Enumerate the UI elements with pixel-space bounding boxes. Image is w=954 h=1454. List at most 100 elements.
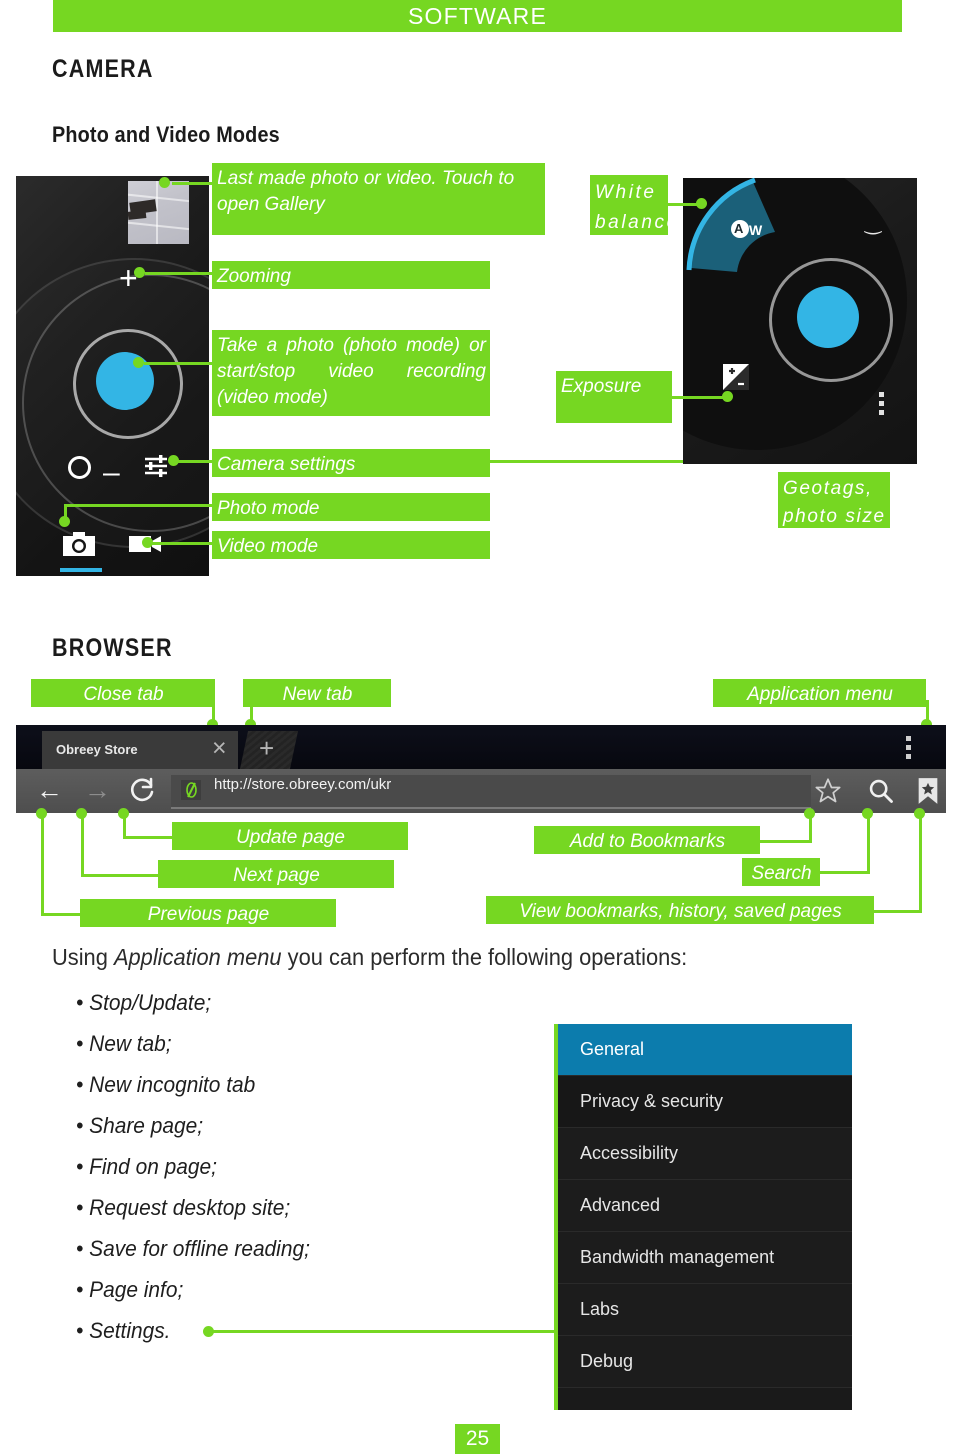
settings-item-privacy-security[interactable]: Privacy & security: [558, 1076, 852, 1128]
leader-line-update-page-h: [123, 836, 175, 839]
list-item-label: Request desktop site;: [89, 1195, 291, 1220]
callout-white-balance: White balance: [590, 175, 677, 235]
zoom-in-icon[interactable]: +: [119, 262, 138, 294]
leader-dot-search: [862, 808, 873, 819]
browser-tab-strip: Obreey Store × +: [16, 725, 946, 769]
leader-dot-exposure: [722, 391, 733, 402]
callout-geotags: Geotags, photo size: [778, 472, 890, 528]
list-item-label: New incognito tab: [89, 1072, 256, 1097]
leader-line-exposure: [672, 396, 724, 399]
callout-new-tab: New tab: [243, 679, 391, 707]
leader-dot-next-page: [76, 808, 87, 819]
callout-video-mode: Video mode: [212, 531, 490, 559]
bookmark-icon[interactable]: [915, 777, 941, 805]
close-tab-icon[interactable]: ×: [212, 736, 227, 761]
list-item: • Page info;: [76, 1277, 184, 1302]
settings-item-label: Labs: [580, 1299, 620, 1319]
exposure-icon[interactable]: [723, 364, 749, 390]
camera-screenshot-left: + –: [16, 176, 209, 576]
settings-item-debug[interactable]: Debug: [558, 1336, 852, 1388]
camera-settings-icon[interactable]: [143, 454, 169, 478]
application-menu-icon[interactable]: [906, 736, 911, 759]
leader-line-search-h: [818, 871, 870, 874]
list-item: • Request desktop site;: [76, 1195, 291, 1220]
settings-item-labs[interactable]: Labs: [558, 1284, 852, 1336]
settings-item-general[interactable]: General: [558, 1024, 852, 1076]
settings-item-label: Privacy & security: [580, 1091, 724, 1111]
intro-before: Using: [52, 944, 114, 970]
leader-line-camera-settings-right: [490, 460, 695, 463]
leader-dot-last-photo: [159, 177, 170, 188]
callout-update-page: Update page: [172, 822, 408, 850]
leader-dot-view-bookmarks: [914, 808, 925, 819]
leader-line-view-bookmarks-h: [870, 910, 922, 913]
leader-line-previous-page-h: [41, 913, 85, 916]
settings-item-bandwidth-management[interactable]: Bandwidth management: [558, 1232, 852, 1284]
back-icon[interactable]: ←: [36, 777, 63, 804]
callout-application-menu: Application menu: [713, 679, 926, 707]
settings-item-label: Accessibility: [580, 1143, 679, 1163]
leader-line-search-v: [867, 813, 870, 874]
last-photo-thumbnail[interactable]: [128, 181, 189, 244]
list-item-label: New tab;: [89, 1031, 172, 1056]
list-item-label: Share page;: [89, 1113, 204, 1138]
photo-mode-selected-indicator: [60, 568, 102, 572]
settings-item-advanced[interactable]: Advanced: [558, 1180, 852, 1232]
callout-close-tab: Close tab: [31, 679, 215, 707]
callout-next-page: Next page: [158, 860, 394, 888]
list-item: • Save for offline reading;: [76, 1236, 310, 1261]
shutter-button-right[interactable]: [797, 286, 859, 348]
list-item: • Find on page;: [76, 1154, 217, 1179]
menu-operations-list: • Stop/Update; • New tab; • New incognit…: [76, 982, 536, 1351]
leader-line-next-page-h: [81, 874, 161, 877]
leader-dot-shutter: [133, 357, 144, 368]
forward-icon[interactable]: →: [84, 777, 111, 804]
callout-search: Search: [742, 858, 820, 886]
list-item: • Stop/Update;: [76, 990, 212, 1015]
list-item-label: Settings.: [89, 1318, 171, 1343]
callout-shutter: Take a photo (photo mode) or start/stop …: [212, 330, 490, 416]
zoom-out-icon[interactable]: –: [103, 458, 120, 488]
intro-after: you can perform the following operations…: [281, 944, 688, 970]
callout-add-to-bookmarks: Add to Bookmarks: [534, 826, 760, 854]
add-bookmark-star-icon[interactable]: [814, 777, 842, 805]
settings-item-label: Advanced: [580, 1195, 661, 1215]
search-icon[interactable]: [867, 777, 895, 805]
callout-camera-settings: Camera settings: [212, 449, 490, 477]
list-item: • Share page;: [76, 1113, 204, 1138]
shutter-button[interactable]: [96, 352, 154, 410]
list-item-label: Save for offline reading;: [89, 1236, 310, 1261]
list-item: • New tab;: [76, 1031, 172, 1056]
leader-dot-zooming: [134, 267, 145, 278]
leader-line-view-bookmarks-v: [919, 813, 922, 913]
leader-dot-camera-settings-left: [168, 455, 179, 466]
settings-item-label: Bandwidth management: [580, 1247, 775, 1267]
settings-item-accessibility[interactable]: Accessibility: [558, 1128, 852, 1180]
callout-photo-mode: Photo mode: [212, 493, 490, 521]
page-security-icon: [181, 780, 201, 800]
corner-arc-glyph: ‿: [865, 213, 882, 235]
intro-emphasis: Application menu: [113, 944, 282, 970]
shutter-ring-icon[interactable]: [68, 456, 91, 479]
settings-item-label: General: [580, 1039, 645, 1059]
browser-section-heading: BROWSER: [52, 634, 173, 662]
callout-previous-page: Previous page: [80, 899, 336, 927]
overflow-menu-icon-right[interactable]: [879, 392, 884, 415]
intro-paragraph: Using Application menu you can perform t…: [52, 944, 888, 971]
url-text: http://store.obreey.com/ukr: [214, 776, 392, 793]
leader-dot-white-balance: [696, 198, 707, 209]
leader-line-shutter: [144, 362, 218, 365]
photo-mode-icon[interactable]: [62, 531, 96, 557]
browser-tab[interactable]: Obreey Store: [42, 731, 238, 769]
list-item: • New incognito tab: [76, 1072, 256, 1097]
leader-dot-photo-mode: [59, 516, 70, 527]
reload-icon[interactable]: [129, 776, 157, 804]
leader-line-zooming: [145, 272, 218, 275]
leader-line-next-page-v: [81, 813, 84, 874]
new-tab-icon[interactable]: +: [259, 735, 274, 761]
browser-screenshot: Obreey Store × + ← → http://store.obreey…: [16, 725, 946, 813]
callout-exposure: Exposure: [556, 371, 672, 423]
leader-line-add-bookmarks-h: [758, 840, 812, 843]
list-item-label: Stop/Update;: [89, 990, 212, 1015]
leader-line-settings: [209, 1330, 554, 1333]
